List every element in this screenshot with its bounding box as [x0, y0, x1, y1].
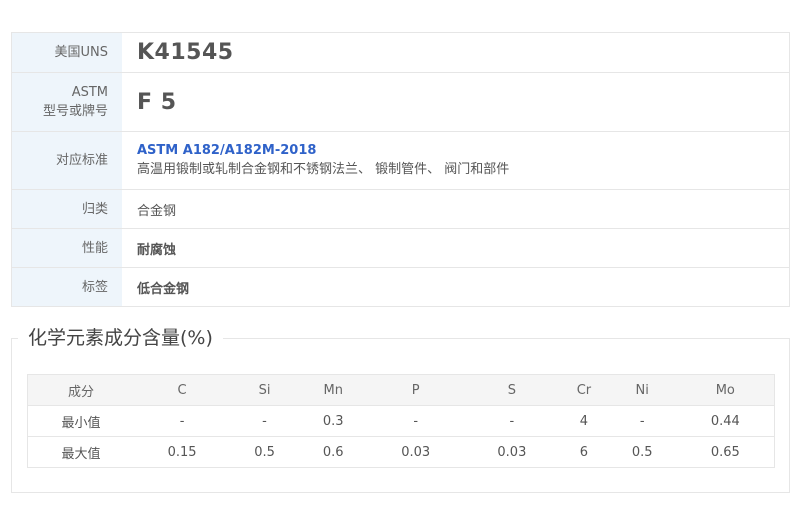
min-p: - — [367, 405, 464, 437]
header-mo: Mo — [676, 374, 775, 406]
astm-value: F 5 — [137, 89, 177, 115]
uns-label: 美国UNS — [12, 33, 122, 72]
max-p: 0.03 — [367, 436, 464, 468]
header-ni: Ni — [607, 374, 677, 406]
min-mo: 0.44 — [676, 405, 775, 437]
min-ni: - — [607, 405, 677, 437]
category-row: 归类 合金钢 — [12, 189, 789, 228]
min-si: - — [230, 405, 299, 437]
property-row: 性能 耐腐蚀 — [12, 228, 789, 267]
max-label: 最大值 — [27, 436, 134, 468]
standard-code-link[interactable]: ASTM A182/A182M-2018 — [137, 142, 789, 160]
category-label: 归类 — [12, 190, 122, 228]
material-info-table: 美国UNS K41545 ASTM 型号或牌号 F 5 对应标准 ASTM A1… — [11, 32, 790, 307]
tag-value: 低合金钢 — [137, 281, 190, 297]
min-s: - — [463, 405, 560, 437]
header-cr: Cr — [559, 374, 608, 406]
max-mo: 0.65 — [676, 436, 775, 468]
min-c: - — [134, 405, 231, 437]
max-ni: 0.5 — [607, 436, 677, 468]
astm-value-cell: F 5 — [122, 73, 789, 131]
max-cr: 6 — [559, 436, 608, 468]
uns-row: 美国UNS K41545 — [12, 33, 789, 72]
property-label: 性能 — [12, 229, 122, 267]
uns-value-cell: K41545 — [122, 33, 789, 72]
min-label: 最小值 — [27, 405, 134, 437]
chemistry-header-row: 成分 C Si Mn P S Cr Ni Mo — [27, 374, 775, 406]
property-value-cell: 耐腐蚀 — [122, 229, 789, 267]
standard-value-cell: ASTM A182/A182M-2018 高温用锻制或轧制合金钢和不锈钢法兰、 … — [122, 132, 789, 189]
max-c: 0.15 — [134, 436, 231, 468]
header-s: S — [463, 374, 560, 406]
astm-label-line2: 型号或牌号 — [42, 104, 108, 119]
max-si: 0.5 — [230, 436, 299, 468]
header-component: 成分 — [27, 374, 134, 406]
tag-label: 标签 — [12, 268, 122, 306]
chemistry-row-max: 最大值 0.15 0.5 0.6 0.03 0.03 6 0.5 0.65 — [27, 436, 775, 468]
max-s: 0.03 — [463, 436, 560, 468]
category-value-cell: 合金钢 — [122, 190, 789, 228]
property-value: 耐腐蚀 — [137, 242, 177, 258]
category-value: 合金钢 — [137, 203, 177, 219]
astm-row: ASTM 型号或牌号 F 5 — [12, 72, 789, 131]
min-mn: 0.3 — [298, 405, 368, 437]
uns-value: K41545 — [137, 40, 234, 65]
astm-label-line1: ASTM — [71, 85, 108, 100]
standard-row: 对应标准 ASTM A182/A182M-2018 高温用锻制或轧制合金钢和不锈… — [12, 131, 789, 189]
chemistry-table: 成分 C Si Mn P S Cr Ni Mo 最小值 - - 0.3 - - … — [27, 374, 775, 468]
standard-name: 高温用锻制或轧制合金钢和不锈钢法兰、 锻制管件、 阀门和部件 — [137, 161, 510, 177]
standard-label: 对应标准 — [12, 132, 122, 189]
astm-label: ASTM 型号或牌号 — [12, 73, 122, 131]
chemistry-title: 化学元素成分含量(%) — [18, 316, 223, 360]
max-mn: 0.6 — [298, 436, 368, 468]
header-mn: Mn — [298, 374, 368, 406]
header-p: P — [367, 374, 464, 406]
min-cr: 4 — [559, 405, 608, 437]
tag-row: 标签 低合金钢 — [12, 267, 789, 306]
header-si: Si — [230, 374, 299, 406]
header-c: C — [134, 374, 231, 406]
tag-value-cell: 低合金钢 — [122, 268, 789, 306]
chemistry-row-min: 最小值 - - 0.3 - - 4 - 0.44 — [27, 405, 775, 437]
